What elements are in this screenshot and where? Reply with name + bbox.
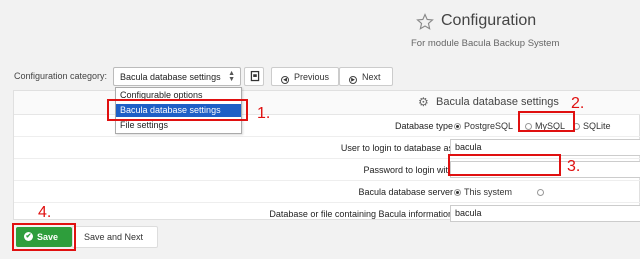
previous-label: Previous	[294, 72, 330, 82]
annotation-number-4: 4.	[38, 204, 52, 221]
annotation-box-1	[107, 99, 248, 121]
next-label: Next	[362, 72, 381, 82]
radio-option-other-host[interactable]	[537, 187, 547, 197]
radio-option-sqlite[interactable]: SQLite	[573, 121, 611, 131]
radio-option-this-system[interactable]: This system	[454, 187, 512, 197]
page-header: Configuration For module Bacula Backup S…	[0, 0, 640, 60]
setting-row-db-name: Database or file containing Bacula infor…	[14, 203, 640, 225]
setting-row-db-server: Bacula database server This system	[14, 181, 640, 203]
arrow-right-icon: ▶	[349, 76, 357, 84]
save-and-next-label: Save and Next	[84, 232, 144, 242]
save-and-next-button[interactable]: Save and Next	[72, 226, 158, 248]
radio-label: This system	[464, 187, 513, 197]
gear-icon: ⚙	[418, 95, 429, 109]
radio-label: SQLite	[583, 121, 611, 131]
radio-button[interactable]	[454, 123, 461, 130]
next-button[interactable]: ▶ Next	[339, 67, 393, 86]
view-config-button[interactable]	[244, 67, 264, 86]
annotation-box-4	[12, 223, 76, 251]
category-label: Configuration category:	[14, 71, 108, 81]
db-name-input[interactable]: bacula	[450, 205, 640, 222]
annotation-number-1: 1.	[257, 105, 271, 122]
setting-label: Password to login with	[363, 165, 453, 175]
chevron-updown-icon: ▲ ▼	[228, 70, 235, 83]
radio-button[interactable]	[454, 189, 461, 196]
setting-label: Database or file containing Bacula infor…	[269, 209, 453, 219]
panel-title: Bacula database settings	[436, 96, 559, 108]
star-icon[interactable]	[416, 13, 434, 31]
setting-label: Bacula database server	[358, 187, 453, 197]
page-subtitle: For module Bacula Backup System	[411, 38, 560, 49]
annotation-box-3	[448, 154, 561, 176]
annotation-number-3: 3.	[567, 158, 581, 175]
previous-button[interactable]: ◀ Previous	[271, 67, 339, 86]
radio-button[interactable]	[537, 189, 544, 196]
radio-label: PostgreSQL	[464, 121, 514, 131]
page-title: Configuration	[441, 12, 537, 29]
category-select-value: Bacula database settings	[120, 72, 221, 82]
arrow-left-icon: ◀	[281, 76, 289, 84]
clipboard-icon	[250, 70, 260, 82]
radio-option-postgresql[interactable]: PostgreSQL	[454, 121, 513, 131]
setting-label: Database type	[394, 121, 453, 131]
category-select[interactable]: Bacula database settings ▲ ▼	[113, 67, 241, 86]
setting-label: User to login to database as	[340, 143, 453, 153]
annotation-number-2: 2.	[571, 95, 585, 112]
annotation-box-2	[518, 111, 575, 132]
